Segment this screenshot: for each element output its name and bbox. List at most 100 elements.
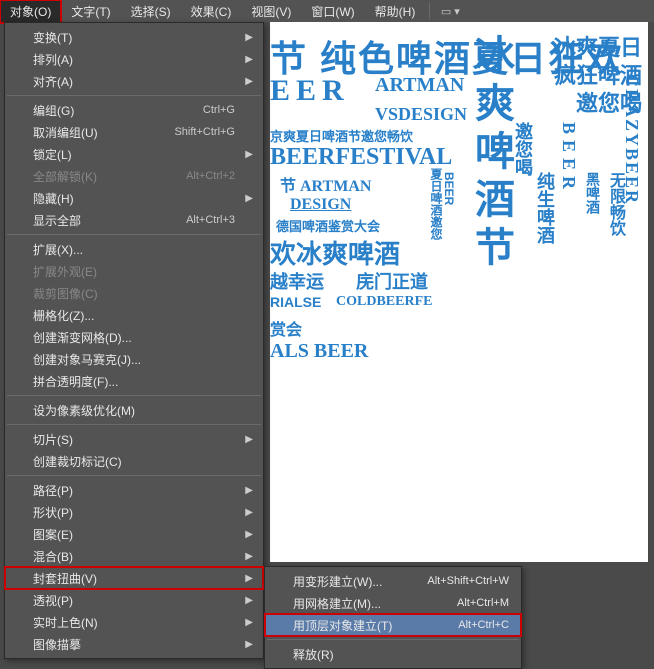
art-text: 庑门正道: [356, 268, 428, 294]
menu-item[interactable]: 实时上色(N)▶: [5, 611, 263, 633]
canvas: 节 纯色啤酒夏日狂欢 EER ARTMAN VSDESIGN 京爽夏日啤酒节邀您…: [270, 22, 648, 562]
art-text: 节 ARTMAN: [280, 172, 371, 196]
menu-item[interactable]: 扩展(X)...: [5, 238, 263, 260]
art-text: BEERFESTIVAL: [270, 144, 452, 171]
submenu-item[interactable]: 用顶层对象建立(T)Alt+Ctrl+C: [265, 614, 521, 636]
menu-item[interactable]: 创建裁切标记(C): [5, 450, 263, 472]
art-text: ARTMAN: [375, 74, 464, 97]
submenu-arrow-icon: ▶: [245, 76, 253, 87]
menu-separator: [7, 234, 261, 235]
menu-shortcut: Ctrl+G: [203, 104, 235, 116]
menu-item[interactable]: 创建对象马赛克(J)...: [5, 348, 263, 370]
art-text: 纯生啤酒: [532, 172, 558, 244]
submenu-item[interactable]: 用网格建立(M)...Alt+Ctrl+M: [265, 592, 521, 614]
menu-label: 扩展外观(E): [33, 263, 235, 280]
menubar-separator: [429, 3, 430, 19]
art-text: VSDESIGN: [375, 104, 467, 125]
submenu-arrow-icon: ▶: [245, 573, 253, 584]
menu-help[interactable]: 帮助(H): [365, 0, 426, 23]
menu-label: 栅格化(Z)...: [33, 307, 235, 324]
submenu-label: 用顶层对象建立(T): [293, 617, 458, 634]
menu-item[interactable]: 对齐(A) ▶: [5, 70, 263, 92]
menu-text[interactable]: 文字(T): [61, 0, 120, 23]
art-text: 邀您喝: [510, 122, 536, 176]
submenu-arrow-icon: ▶: [245, 595, 253, 606]
art-text: 无限畅饮: [603, 172, 627, 236]
art-text: EER: [270, 74, 350, 108]
menubar: 对象(O) 文字(T) 选择(S) 效果(C) 视图(V) 窗口(W) 帮助(H…: [0, 0, 654, 22]
menu-label: 显示全部: [33, 212, 186, 229]
menu-item[interactable]: 切片(S) ▶: [5, 428, 263, 450]
menu-item: 扩展外观(E): [5, 260, 263, 282]
menu-shortcut: Shift+Ctrl+G: [174, 126, 235, 138]
menu-item[interactable]: 拼合透明度(F)...: [5, 370, 263, 392]
art-text: COLDBEERFE: [336, 294, 432, 310]
menu-label: 图像描摹: [33, 636, 235, 653]
menu-label: 对齐(A): [33, 73, 235, 90]
menu-item[interactable]: 编组(G)Ctrl+G: [5, 99, 263, 121]
art-text: 欢冰爽啤酒: [270, 234, 400, 271]
menu-object[interactable]: 对象(O): [0, 0, 61, 23]
submenu-label: 用变形建立(W)...: [293, 573, 427, 590]
submenu-arrow-icon: ▶: [245, 434, 253, 445]
art-text: 德国啤酒鉴赏大会: [276, 216, 380, 235]
art-text: ALS BEER: [270, 340, 368, 363]
menu-item: 裁剪图像(C): [5, 282, 263, 304]
submenu-shortcut: Alt+Ctrl+C: [458, 619, 509, 631]
menu-label: 透视(P): [33, 592, 235, 609]
art-text: RIALSE: [270, 294, 321, 310]
menu-view[interactable]: 视图(V): [241, 0, 301, 23]
menu-label: 创建对象马赛克(J)...: [33, 351, 235, 368]
submenu-item[interactable]: 用变形建立(W)...Alt+Shift+Ctrl+W: [265, 570, 521, 592]
menu-label: 取消编组(U): [33, 124, 174, 141]
menu-label: 创建渐变网格(D)...: [33, 329, 235, 346]
menu-item[interactable]: 变换(T)▶: [5, 26, 263, 48]
submenu-arrow-icon: ▶: [245, 193, 253, 204]
menu-item[interactable]: 图像描摹▶: [5, 633, 263, 655]
menu-label: 设为像素级优化(M): [33, 402, 235, 419]
menu-window[interactable]: 窗口(W): [301, 0, 364, 23]
menu-label: 排列(A): [33, 51, 235, 68]
menu-item[interactable]: 排列(A)▶: [5, 48, 263, 70]
menu-item[interactable]: 设为像素级优化(M): [5, 399, 263, 421]
submenu-arrow-icon: ▶: [245, 507, 253, 518]
menu-separator: [7, 95, 261, 96]
menu-item[interactable]: 隐藏(H) ▶: [5, 187, 263, 209]
menu-label: 裁剪图像(C): [33, 285, 235, 302]
menu-label: 封套扭曲(V): [33, 570, 235, 587]
menu-separator: [7, 424, 261, 425]
menu-label: 图案(E): [33, 526, 235, 543]
art-text: BEER: [442, 172, 456, 205]
menu-item[interactable]: 显示全部Alt+Ctrl+3: [5, 209, 263, 231]
menu-label: 实时上色(N): [33, 614, 235, 631]
menu-item[interactable]: 锁定(L)▶: [5, 143, 263, 165]
menu-effect[interactable]: 效果(C): [181, 0, 242, 23]
menu-item[interactable]: 栅格化(Z)...: [5, 304, 263, 326]
menu-item[interactable]: 取消编组(U)Shift+Ctrl+G: [5, 121, 263, 143]
menu-item[interactable]: 形状(P)▶: [5, 501, 263, 523]
menu-label: 锁定(L): [33, 146, 235, 163]
submenu-arrow-icon: ▶: [245, 485, 253, 496]
artwork: 节 纯色啤酒夏日狂欢 EER ARTMAN VSDESIGN 京爽夏日啤酒节邀您…: [270, 22, 648, 422]
menu-item[interactable]: 混合(B)▶: [5, 545, 263, 567]
art-text: 京爽夏日啤酒节邀您畅饮: [270, 126, 413, 145]
menu-label: 隐藏(H): [33, 190, 235, 207]
menu-label: 全部解锁(K): [33, 168, 186, 185]
menu-item[interactable]: 路径(P)▶: [5, 479, 263, 501]
menu-item[interactable]: 图案(E)▶: [5, 523, 263, 545]
art-text: DESIGN: [290, 196, 351, 214]
layout-icon[interactable]: ▭ ▾: [440, 2, 460, 20]
art-text: 越幸运: [270, 268, 324, 294]
submenu-shortcut: Alt+Shift+Ctrl+W: [427, 575, 509, 587]
menu-item[interactable]: 封套扭曲(V) ▶: [5, 567, 263, 589]
submenu-label: 用网格建立(M)...: [293, 595, 457, 612]
art-text: 黑啤酒: [583, 172, 603, 214]
menu-label: 扩展(X)...: [33, 241, 235, 258]
menu-label: 切片(S): [33, 431, 235, 448]
envelope-distort-submenu: 用变形建立(W)...Alt+Shift+Ctrl+W用网格建立(M)...Al…: [264, 566, 522, 669]
menu-select[interactable]: 选择(S): [121, 0, 181, 23]
menu-shortcut: Alt+Ctrl+2: [186, 170, 235, 182]
menu-shortcut: Alt+Ctrl+3: [186, 214, 235, 226]
menu-item[interactable]: 创建渐变网格(D)...: [5, 326, 263, 348]
menu-item[interactable]: 透视(P) ▶: [5, 589, 263, 611]
